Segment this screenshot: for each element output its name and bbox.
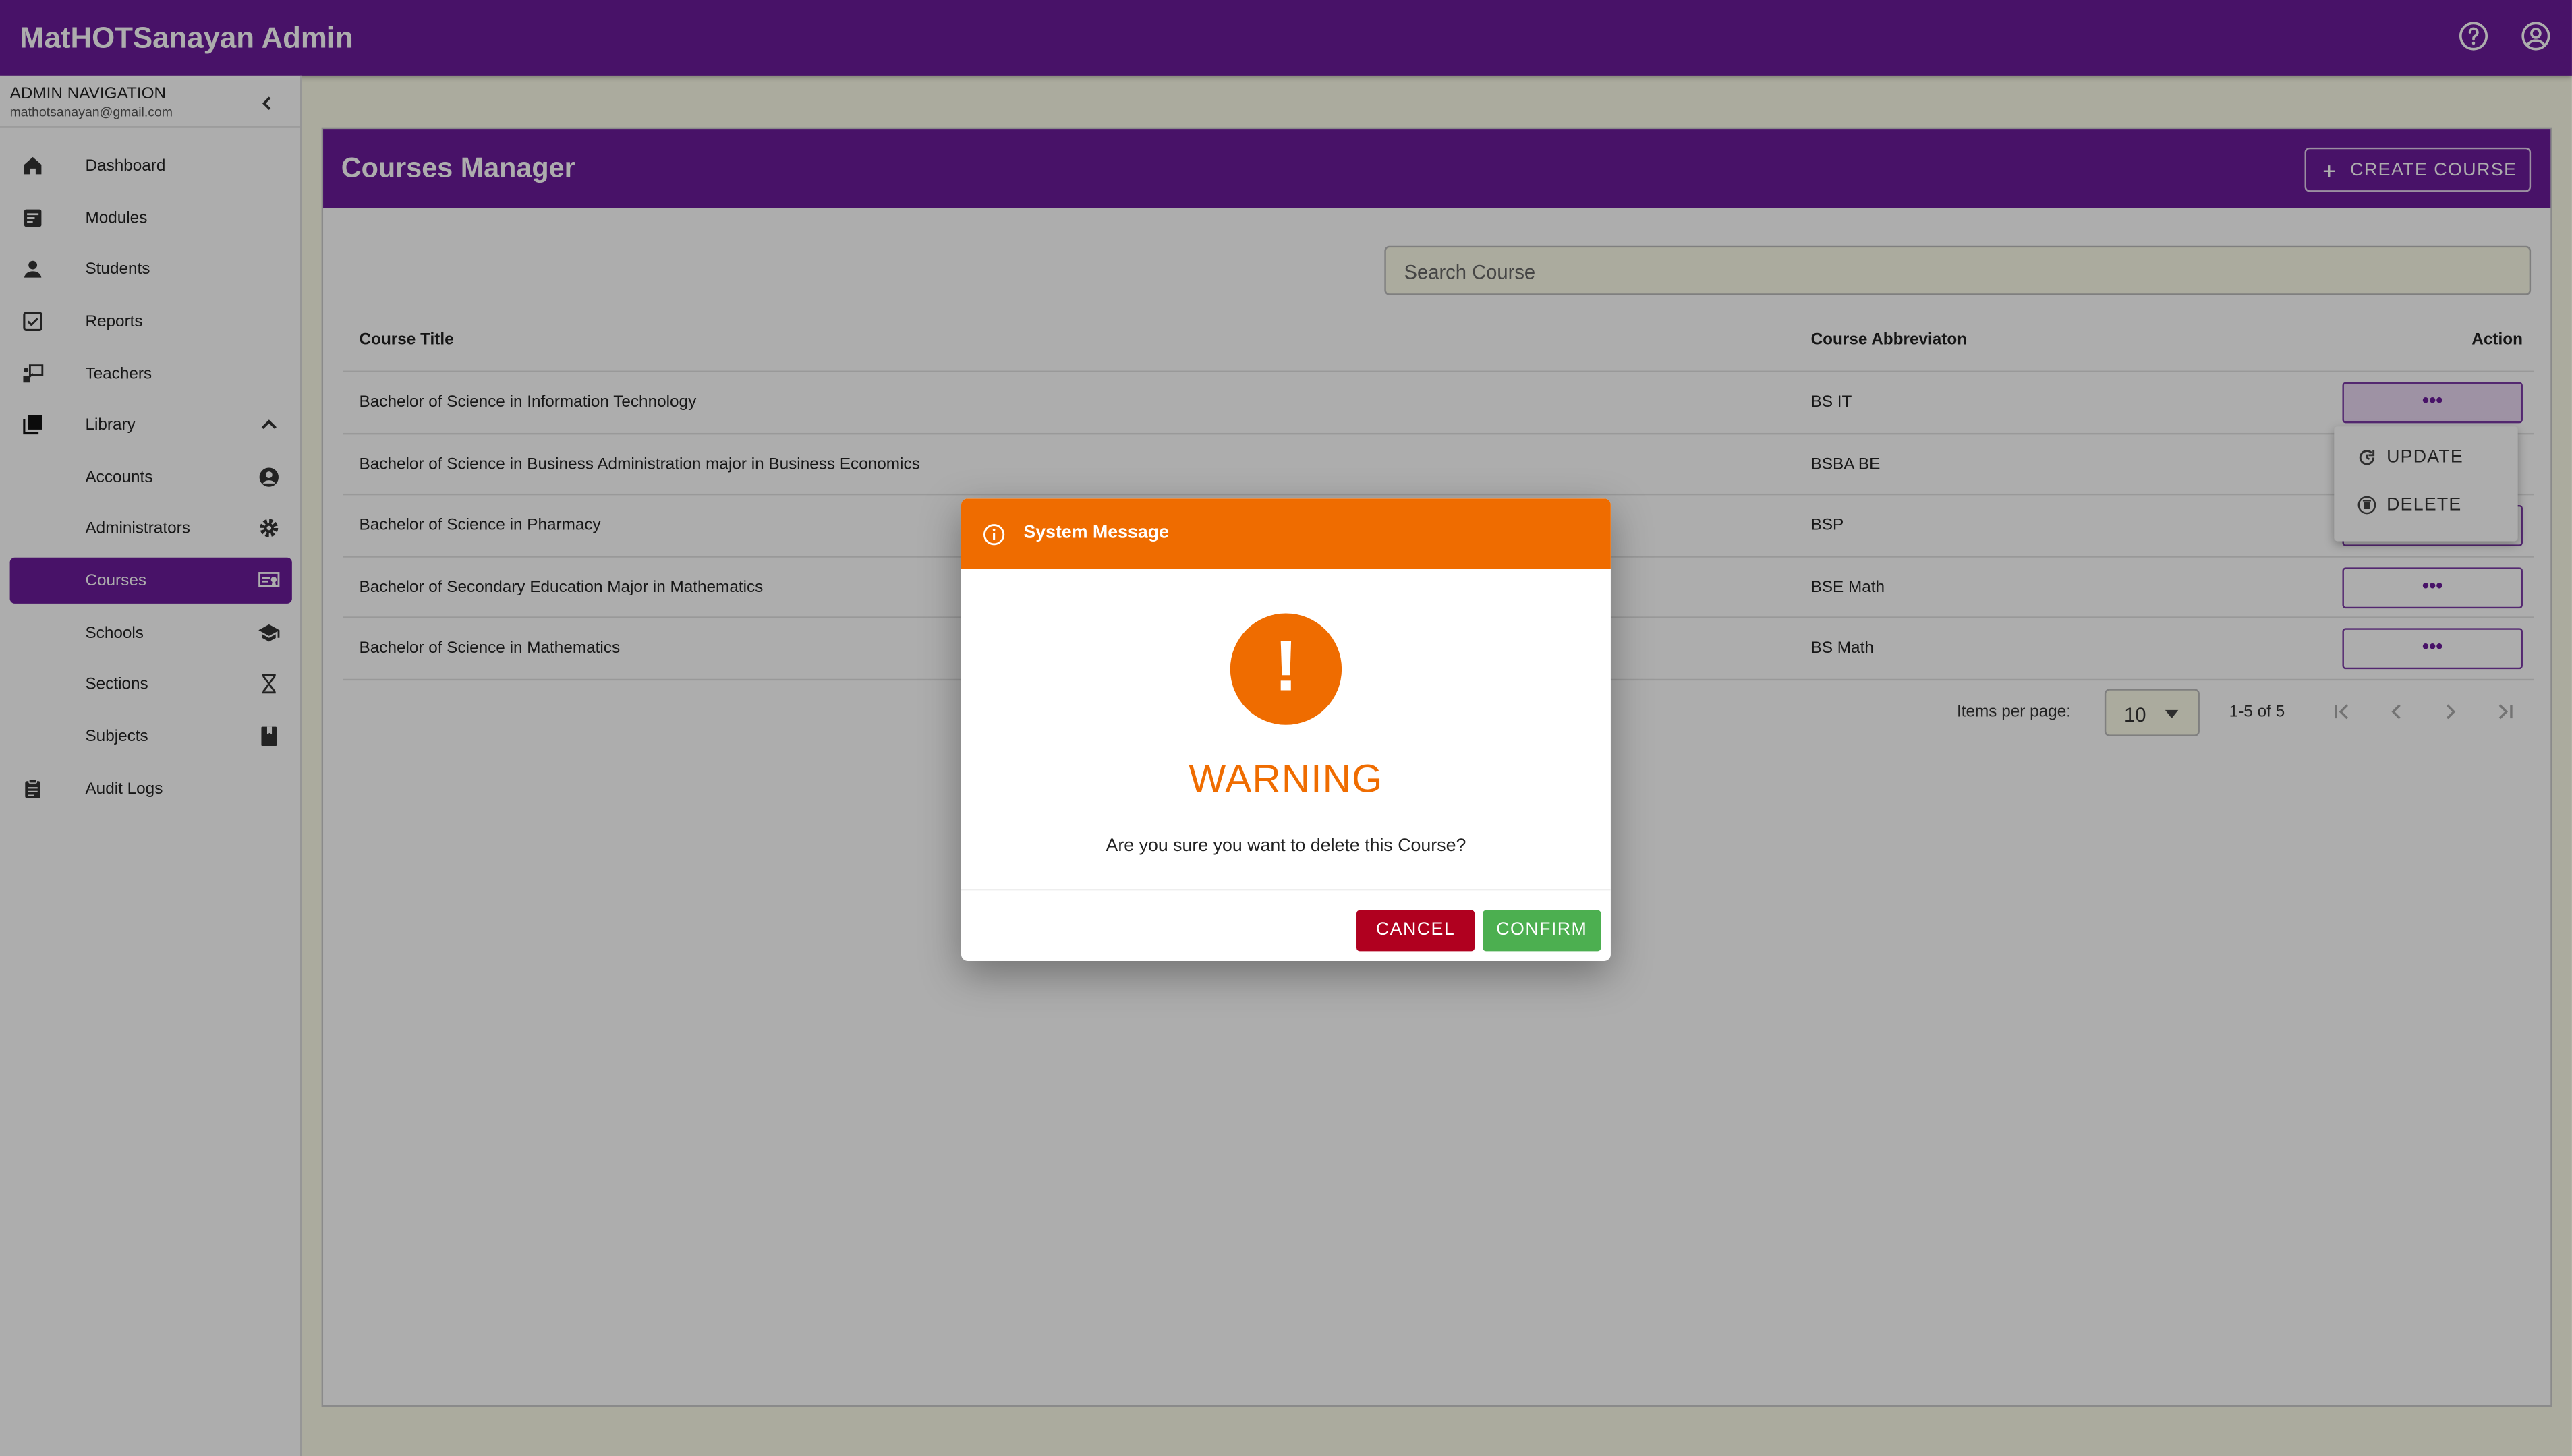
dialog-title: System Message: [1023, 523, 1170, 543]
app-root: MatHOTSanayan Admin ADMIN NAVIGATION mat…: [0, 0, 2572, 1456]
dialog-divider: [961, 888, 1611, 891]
cancel-button[interactable]: CANCEL: [1356, 910, 1475, 952]
dialog-header: System Message: [961, 498, 1611, 569]
warning-heading: WARNING: [1189, 757, 1383, 803]
info-icon: [983, 523, 1006, 546]
system-message-dialog: System Message ! WARNING Are you sure yo…: [961, 498, 1611, 961]
confirm-button[interactable]: CONFIRM: [1483, 910, 1601, 952]
warning-message: Are you sure you want to delete this Cou…: [1106, 836, 1466, 856]
warning-icon: !: [1230, 613, 1342, 725]
